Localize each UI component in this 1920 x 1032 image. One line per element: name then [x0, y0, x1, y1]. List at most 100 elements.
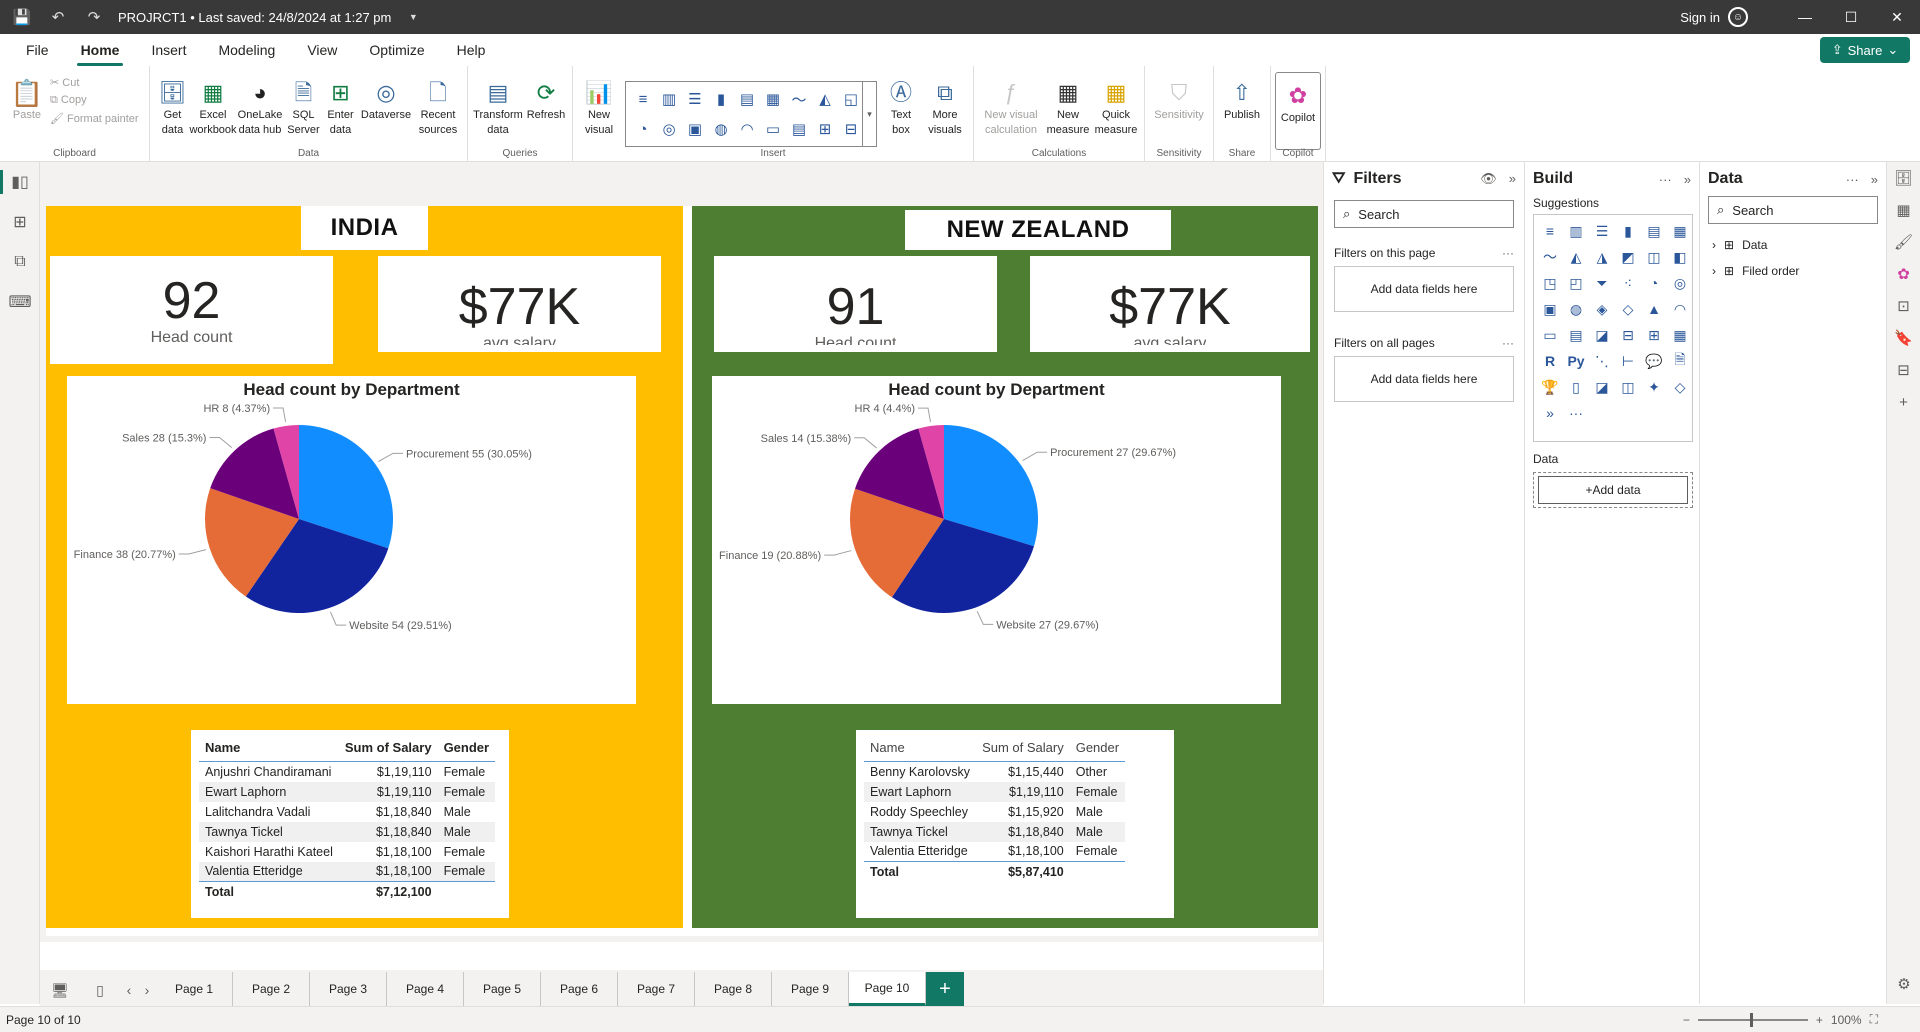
selection-icon[interactable]: ⊟ [1887, 354, 1920, 386]
maximize-icon[interactable]: ☐ [1828, 0, 1874, 34]
title-dropdown-icon[interactable]: ▼ [399, 0, 427, 34]
menu-help[interactable]: Help [441, 42, 502, 66]
multi-row-card-icon[interactable]: ▤ [1563, 322, 1589, 348]
azure-map-icon[interactable]: ▲ [1641, 296, 1667, 322]
india-headcount-card[interactable]: 92 Head count [50, 256, 333, 364]
eye-icon[interactable]: 👁 [1480, 171, 1497, 187]
column-header[interactable]: Name [199, 736, 339, 762]
build-pane-icon[interactable]: ▦ [1887, 194, 1920, 226]
table-row[interactable]: Ewart Laphorn $1,19,110 Female [864, 781, 1126, 802]
more-options-icon[interactable]: ··· [1502, 336, 1514, 350]
python-visual-icon[interactable]: Py [1563, 348, 1589, 374]
menu-view[interactable]: View [291, 42, 353, 66]
bar-100-icon[interactable]: ▤ [1641, 218, 1667, 244]
donut-chart-icon[interactable]: ◎ [656, 114, 682, 144]
more-options-icon[interactable]: ··· [1846, 172, 1859, 187]
model-view-icon[interactable]: ⧉ [0, 242, 40, 282]
menu-modeling[interactable]: Modeling [202, 42, 291, 66]
key-influencers-icon[interactable]: ⋱ [1589, 348, 1615, 374]
power-apps-icon[interactable]: ◪ [1589, 374, 1615, 400]
tab-page-4[interactable]: Page 4 [387, 972, 464, 1006]
close-icon[interactable]: ✕ [1874, 0, 1920, 34]
mobile-layout-icon[interactable]: ▯ [80, 974, 120, 1006]
collapse-data-icon[interactable]: » [1871, 172, 1878, 187]
table-row[interactable]: Tawnya Tickel $1,18,840 Male [199, 821, 496, 842]
redo-icon[interactable]: ↷ [80, 0, 108, 34]
tab-page-10[interactable]: Page 10 [849, 972, 926, 1006]
minimize-icon[interactable]: — [1782, 0, 1828, 34]
copilot-pane-icon[interactable]: ✿ [1887, 258, 1920, 290]
table-visual-icon[interactable]: ⊞ [812, 114, 838, 144]
stacked-bar-icon[interactable]: ≡ [630, 84, 656, 114]
bar-100-icon[interactable]: ▤ [734, 84, 760, 114]
area-chart-icon[interactable]: ◭ [1563, 244, 1589, 270]
nz-pie-chart[interactable]: Head count by Department Procurement 27 … [712, 376, 1281, 704]
fit-page-icon[interactable]: ⛶ [1870, 1012, 1878, 1027]
tab-page-5[interactable]: Page 5 [464, 972, 541, 1006]
india-salary-card[interactable]: $77K avg salary [378, 256, 661, 352]
tab-page-6[interactable]: Page 6 [541, 972, 618, 1006]
copilot-button[interactable]: ✿ Copilot [1275, 72, 1321, 150]
settings-icon[interactable]: ⚙ [1887, 968, 1920, 1000]
filled-map-icon[interactable]: ◈ [1589, 296, 1615, 322]
table-view-icon[interactable]: ⊞ [0, 202, 40, 242]
tab-page-7[interactable]: Page 7 [618, 972, 695, 1006]
column-header[interactable]: Gender [1069, 736, 1126, 762]
more-visuals-icon[interactable]: ··· [1563, 400, 1589, 426]
slicer-icon[interactable]: ⊟ [1615, 322, 1641, 348]
add-page-button[interactable]: + [926, 972, 964, 1006]
r-visual-icon[interactable]: R [1537, 348, 1563, 374]
dax-query-view-icon[interactable]: ⌨ [0, 282, 40, 322]
scatter-icon[interactable]: ⁖ [1615, 270, 1641, 296]
table-row[interactable]: Ewart Laphorn $1,19,110 Female [199, 781, 496, 802]
column-100-icon[interactable]: ▦ [1667, 218, 1693, 244]
window-title[interactable]: PROJRCT1 • Last saved: 24/8/2024 at 1:27… [118, 10, 391, 25]
line-chart-icon[interactable]: 〜 [1537, 244, 1563, 270]
column-chart-icon[interactable]: ▥ [656, 84, 682, 114]
paginated-report-icon[interactable]: ▯ [1563, 374, 1589, 400]
table-row[interactable]: Tawnya Tickel $1,18,840 Male [864, 821, 1126, 842]
column-header[interactable]: Sum of Salary [338, 736, 438, 762]
india-table[interactable]: Name Sum of Salary Gender Anjushri Chandira… [191, 730, 509, 918]
performance-icon[interactable]: ⊡ [1887, 290, 1920, 322]
tree-item-data[interactable]: › ⊞ Data [1700, 232, 1886, 258]
matrix-icon[interactable]: ▦ [1667, 322, 1693, 348]
table-row[interactable]: Lalitchandra Vadali $1,18,840 Male [199, 802, 495, 822]
nz-table[interactable]: Name Sum of Salary Gender Benny Karolovsky $… [856, 730, 1174, 918]
next-page-icon[interactable]: › [138, 974, 156, 1006]
line-chart-icon[interactable]: 〜 [786, 84, 812, 114]
format-painter-button[interactable]: 🖌 Format painter [50, 112, 139, 125]
tree-item-filed-order[interactable]: › ⊞ Filed order [1700, 258, 1886, 284]
tab-page-3[interactable]: Page 3 [310, 972, 387, 1006]
save-icon[interactable]: 💾 [8, 0, 36, 34]
gauge-icon[interactable]: ◠ [734, 114, 760, 144]
copilot-visual-icon[interactable]: ✦ [1641, 374, 1667, 400]
report-view-icon[interactable]: ▮▯ [0, 162, 40, 202]
stacked-column-icon[interactable]: ▥ [1563, 218, 1589, 244]
donut-chart-icon[interactable]: ◎ [1667, 270, 1693, 296]
user-avatar-icon[interactable]: ☺ [1728, 7, 1748, 27]
desktop-layout-icon[interactable]: 🖥 [40, 974, 80, 1006]
copy-button[interactable]: ⧉ Copy [50, 94, 139, 107]
matrix-icon[interactable]: ⊟ [838, 114, 864, 144]
table-row[interactable]: Roddy Speechley $1,15,920 Male [864, 802, 1125, 822]
collapse-filters-icon[interactable]: » [1509, 171, 1516, 187]
table-row[interactable]: Valentia Etteridge $1,18,100 Female [199, 861, 496, 882]
map-icon[interactable]: ◍ [708, 114, 734, 144]
more-options-icon[interactable]: ··· [1502, 246, 1514, 260]
decomposition-tree-icon[interactable]: ⊢ [1615, 348, 1641, 374]
power-automate-icon[interactable]: ◫ [1615, 374, 1641, 400]
share-button[interactable]: ⇪ Share ⌄ [1820, 37, 1910, 63]
combo-chart-icon[interactable]: ◱ [838, 84, 864, 114]
menu-optimize[interactable]: Optimize [353, 42, 440, 66]
line-stacked-column-icon[interactable]: ◧ [1667, 244, 1693, 270]
card-icon[interactable]: ▭ [1537, 322, 1563, 348]
clustered-bar-icon[interactable]: ☰ [1589, 218, 1615, 244]
collapse-build-icon[interactable]: » [1684, 172, 1691, 187]
zoom-out-icon[interactable]: − [1683, 1013, 1690, 1027]
powerapps-icon[interactable]: ◇ [1667, 374, 1693, 400]
menu-insert[interactable]: Insert [135, 42, 202, 66]
table-row[interactable]: Benny Karolovsky $1,15,440 Other [864, 762, 1125, 782]
treemap-icon[interactable]: ▣ [1537, 296, 1563, 322]
add-data-button[interactable]: +Add data [1538, 476, 1688, 504]
